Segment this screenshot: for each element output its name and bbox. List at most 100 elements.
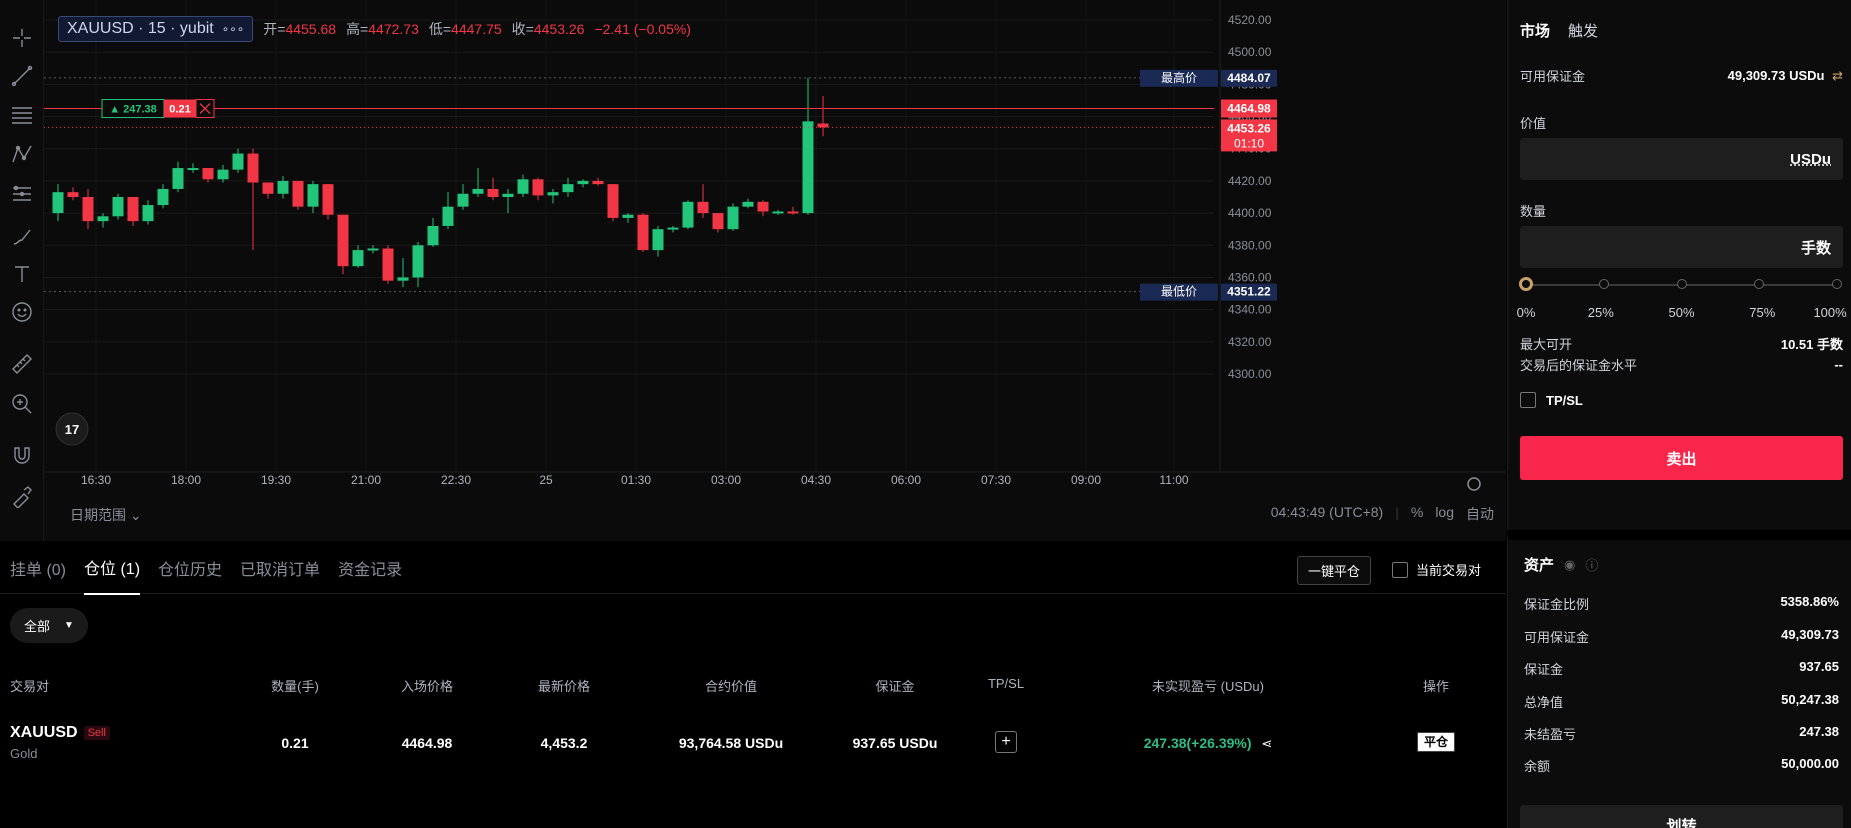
- tab-funding-records[interactable]: 资金记录: [338, 542, 402, 594]
- candle-body: [637, 214, 649, 251]
- slider-knob-100[interactable]: [1832, 279, 1842, 289]
- brush-icon[interactable]: [8, 222, 36, 250]
- chart-area[interactable]: 4520.004500.004480.004460.004440.004420.…: [0, 0, 1506, 541]
- asset-label: 保证金比例: [1524, 597, 1590, 612]
- max-open-label: 最大可开: [1520, 337, 1573, 352]
- tab-positions[interactable]: 仓位 (1): [84, 541, 141, 595]
- eye-icon[interactable]: ◉: [1564, 557, 1575, 573]
- side-badge: Sell: [83, 726, 110, 741]
- available-margin-value: 49,309.73 USDu: [1727, 67, 1825, 83]
- time-tick-label: 01:30: [621, 473, 651, 487]
- col-pair: 交易对: [10, 679, 50, 694]
- low-price-label: 最低价: [1161, 285, 1197, 299]
- current-pair-checkbox[interactable]: [1391, 561, 1408, 578]
- symbol-chip[interactable]: XAUUSD · 15 · yubit ∘∘∘: [58, 16, 254, 42]
- time-tick-label: 25: [539, 473, 553, 487]
- transfer-button[interactable]: 划转: [1520, 805, 1843, 828]
- price-tick-label: 4520.00: [1228, 13, 1272, 27]
- candle-body: [652, 229, 664, 251]
- asset-row: 未结盈亏 247.38: [1524, 724, 1839, 743]
- assets-header: 资产 ◉ ⓘ: [1524, 554, 1598, 575]
- trend-line-icon[interactable]: [8, 62, 36, 90]
- clock: 04:43:49 (UTC+8): [1270, 504, 1384, 520]
- position-pnl: ▲ 247.38: [109, 104, 157, 116]
- auto-toggle[interactable]: 自动: [1466, 504, 1494, 524]
- fib-lines-icon[interactable]: [8, 100, 36, 128]
- help-icon[interactable]: ⓘ: [1585, 555, 1598, 574]
- pattern-icon[interactable]: [8, 140, 36, 168]
- tab-open-orders[interactable]: 挂单 (0): [10, 542, 66, 594]
- col-tpsl: TP/SL: [987, 676, 1025, 691]
- row-action: 平仓: [1416, 732, 1456, 752]
- qty-field[interactable]: [1520, 239, 1801, 255]
- more-icon[interactable]: ∘∘∘: [222, 22, 245, 36]
- tab-cancelled-orders[interactable]: 已取消订单: [240, 542, 320, 594]
- candle-body: [277, 180, 289, 194]
- margin-after-value: --: [1834, 357, 1843, 372]
- position-qty: 0.21: [169, 104, 190, 116]
- qty-input[interactable]: 手数: [1520, 226, 1843, 268]
- candle-body: [442, 206, 454, 226]
- lock-drawing-icon[interactable]: [8, 482, 36, 510]
- candle-body: [577, 180, 589, 185]
- candle-body: [772, 211, 784, 214]
- qty-slider[interactable]: [1519, 277, 1842, 291]
- tab-position-history[interactable]: 仓位历史: [158, 542, 222, 594]
- row-symbol[interactable]: XAUUSD Sell Gold: [10, 724, 110, 761]
- slider-knob-0[interactable]: [1519, 277, 1533, 291]
- asset-row: 可用保证金 49,309.73: [1524, 627, 1839, 646]
- candle-body: [382, 248, 394, 281]
- pct-100: 100%: [1813, 305, 1847, 320]
- chart-bottom-controls: 04:43:49 (UTC+8) | % log 自动: [1271, 504, 1494, 524]
- filter-dropdown[interactable]: 全部 ▼: [10, 608, 88, 643]
- tab-market[interactable]: 市场: [1520, 20, 1550, 41]
- candle-body: [142, 205, 154, 222]
- close-all-button[interactable]: 一键平仓: [1296, 556, 1371, 585]
- ruler-icon[interactable]: [8, 350, 36, 378]
- tpsl-toggle[interactable]: TP/SL: [1520, 392, 1583, 408]
- tab-trigger[interactable]: 触发: [1568, 20, 1598, 41]
- magnet-icon[interactable]: [8, 442, 36, 470]
- prediction-icon[interactable]: [8, 180, 36, 208]
- share-icon[interactable]: ⋖: [1261, 736, 1272, 751]
- current-price-value: 4453.26: [1227, 121, 1271, 135]
- candle-body: [742, 201, 754, 207]
- close-label: 收=: [511, 21, 534, 37]
- tpsl-add-button[interactable]: +: [995, 731, 1017, 753]
- asset-row: 保证金 937.65: [1524, 659, 1839, 678]
- current-pair-filter[interactable]: 当前交易对: [1391, 560, 1481, 579]
- slider-knob-75[interactable]: [1754, 279, 1765, 289]
- log-toggle[interactable]: log: [1435, 504, 1454, 524]
- emoji-icon[interactable]: [8, 298, 36, 326]
- chart-background: [44, 0, 1506, 541]
- date-range-dropdown[interactable]: 日期范围 ⌄: [70, 505, 142, 525]
- value-unit[interactable]: USDu: [1790, 151, 1831, 168]
- slider-knob-25[interactable]: [1598, 279, 1609, 289]
- tradingview-logo-text: 17: [65, 422, 79, 437]
- slider-knob-50[interactable]: [1676, 279, 1687, 289]
- candle-body: [127, 197, 139, 222]
- positions-panel: 挂单 (0) 仓位 (1) 仓位历史 已取消订单 资金记录 一键平仓 当前交易对…: [0, 542, 1506, 828]
- divider: |: [1395, 504, 1399, 520]
- asset-value: 50,247.38: [1781, 692, 1839, 707]
- symbol-sub: Gold: [10, 746, 38, 761]
- asset-row: 余额 50,000.00: [1524, 756, 1839, 775]
- close-position-button[interactable]: 平仓: [1416, 732, 1456, 752]
- swap-icon[interactable]: ⇄: [1832, 68, 1843, 83]
- candle-body: [247, 153, 259, 183]
- asset-row: 总净值 50,247.38: [1524, 692, 1839, 711]
- candle-body: [457, 193, 469, 207]
- sell-button[interactable]: 卖出: [1520, 436, 1843, 480]
- max-open-row: 最大可开 10.51 手数: [1520, 334, 1843, 353]
- value-input[interactable]: USDu: [1520, 138, 1843, 180]
- qty-unit[interactable]: 手数: [1801, 237, 1831, 258]
- text-icon[interactable]: [8, 260, 36, 288]
- value-field[interactable]: [1520, 151, 1791, 167]
- row-entry: 4464.98: [401, 735, 453, 751]
- crosshair-icon[interactable]: [8, 24, 36, 52]
- zoom-icon[interactable]: [8, 390, 36, 418]
- symbol-label: XAUUSD · 15 · yubit: [67, 20, 214, 37]
- candlestick-chart[interactable]: 4520.004500.004480.004460.004440.004420.…: [44, 0, 1506, 541]
- percent-toggle[interactable]: %: [1411, 504, 1423, 524]
- tpsl-checkbox[interactable]: [1520, 392, 1536, 408]
